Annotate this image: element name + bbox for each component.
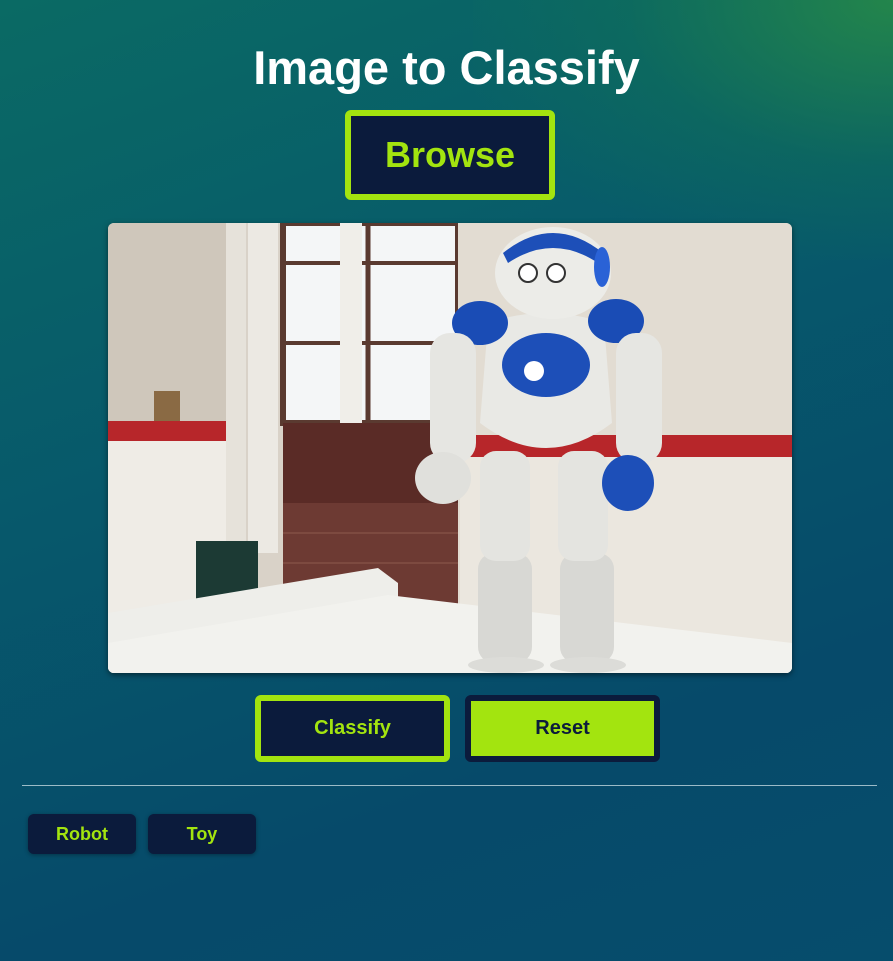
page-title: Image to Classify bbox=[253, 41, 640, 94]
result-label-robot: Robot bbox=[28, 814, 136, 854]
result-label-toy: Toy bbox=[148, 814, 256, 854]
robot-photo bbox=[108, 223, 792, 673]
classify-button[interactable]: Classify bbox=[255, 695, 450, 762]
divider bbox=[22, 785, 877, 786]
reset-button[interactable]: Reset bbox=[465, 695, 660, 762]
image-preview bbox=[108, 223, 792, 673]
browse-button[interactable]: Browse bbox=[345, 110, 555, 200]
